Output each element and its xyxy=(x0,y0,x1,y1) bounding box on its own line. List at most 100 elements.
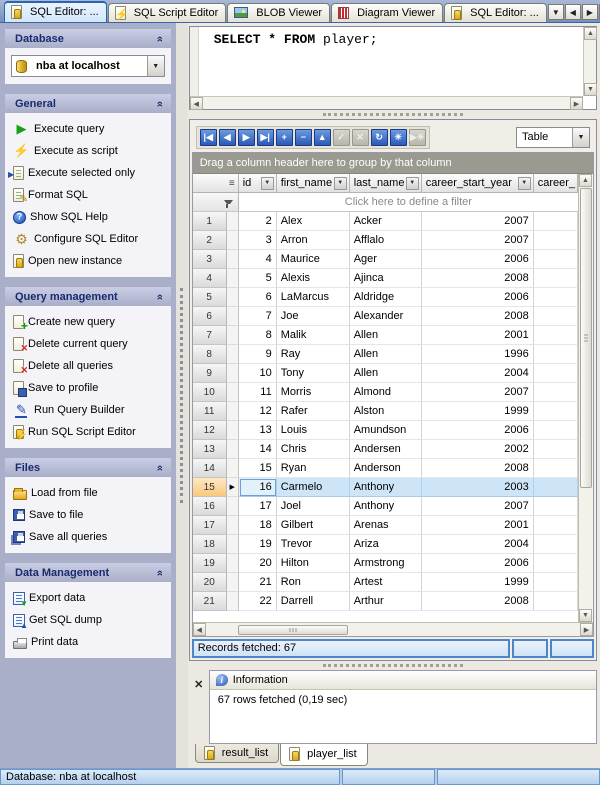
table-row[interactable]: 1314ChrisAndersen2002 xyxy=(193,440,578,459)
table-row[interactable]: 1112RaferAlston1999 xyxy=(193,402,578,421)
table-row[interactable]: 78MalikAllen2001 xyxy=(193,326,578,345)
cell-id[interactable]: 22 xyxy=(239,592,277,611)
cell-last-name[interactable]: Ajinca xyxy=(350,269,422,288)
cell-id[interactable]: 8 xyxy=(239,326,277,345)
cell-career[interactable] xyxy=(534,440,578,459)
tab-sql-editor-2[interactable]: SQL Editor: ... xyxy=(444,3,547,22)
cell-last-name[interactable]: Arthur xyxy=(350,592,422,611)
cell-last-name[interactable]: Alston xyxy=(350,402,422,421)
sidebar-item-open-new-instance[interactable]: Open new instance xyxy=(9,250,169,272)
row-header[interactable]: 9 xyxy=(193,364,227,383)
cell-id[interactable]: 16 xyxy=(239,478,277,497)
cell-first-name[interactable]: Joel xyxy=(277,497,350,516)
table-row[interactable]: 89RayAllen1996 xyxy=(193,345,578,364)
cell-last-name[interactable]: Artest xyxy=(350,573,422,592)
row-header[interactable]: 6 xyxy=(193,307,227,326)
sidebar-item-run-sql-script-editor[interactable]: Run SQL Script Editor xyxy=(9,421,169,443)
cell-career-start-year[interactable]: 2008 xyxy=(422,592,534,611)
cell-career[interactable] xyxy=(534,459,578,478)
tab-diagram-viewer[interactable]: Diagram Viewer xyxy=(331,3,443,22)
files-section-header[interactable]: Files » xyxy=(5,458,171,477)
view-mode-dropdown-button[interactable]: ▼ xyxy=(572,128,589,147)
cell-first-name[interactable]: Alex xyxy=(277,212,350,231)
table-row[interactable]: 1718GilbertArenas2001 xyxy=(193,516,578,535)
cell-last-name[interactable]: Amundson xyxy=(350,421,422,440)
column-header-id[interactable]: id▼ xyxy=(239,174,277,193)
sql-query-text[interactable]: SELECT * FROM player; xyxy=(214,32,378,47)
cell-first-name[interactable]: Maurice xyxy=(277,250,350,269)
grid-horizontal-scrollbar[interactable]: ◀ ▶ xyxy=(193,622,593,636)
column-dropdown-button[interactable]: ▼ xyxy=(261,177,274,190)
cell-first-name[interactable]: Carmelo xyxy=(277,478,350,497)
table-row[interactable]: 1213LouisAmundson2006 xyxy=(193,421,578,440)
cell-first-name[interactable]: Joe xyxy=(277,307,350,326)
row-header[interactable]: 17 xyxy=(193,516,227,535)
refresh-button[interactable]: ↻ xyxy=(371,129,388,146)
database-section-header[interactable]: Database » xyxy=(5,29,171,48)
view-mode-select[interactable]: Table ▼ xyxy=(516,127,590,148)
cell-last-name[interactable]: Armstrong xyxy=(350,554,422,573)
cell-career-start-year[interactable]: 1996 xyxy=(422,345,534,364)
prior-record-button[interactable]: ◀ xyxy=(219,129,236,146)
editor-vertical-scrollbar[interactable]: ▲ ▼ xyxy=(583,27,596,96)
collapse-chevron-icon[interactable]: » xyxy=(154,569,166,575)
tab-scroll-left-button[interactable]: ◀ xyxy=(565,4,581,20)
table-row[interactable]: 2122DarrellArthur2008 xyxy=(193,592,578,611)
cell-career-start-year[interactable]: 2006 xyxy=(422,250,534,269)
cell-career-start-year[interactable]: 2007 xyxy=(422,497,534,516)
cell-career-start-year[interactable]: 2003 xyxy=(422,478,534,497)
cell-career[interactable] xyxy=(534,421,578,440)
cell-first-name[interactable]: LaMarcus xyxy=(277,288,350,307)
cell-last-name[interactable]: Arenas xyxy=(350,516,422,535)
sidebar-item-save-to-file[interactable]: Save to file xyxy=(9,504,169,526)
sidebar-item-show-sql-help[interactable]: Show SQL Help xyxy=(9,206,169,228)
table-row[interactable]: 2021RonArtest1999 xyxy=(193,573,578,592)
table-row[interactable]: 15▶16CarmeloAnthony2003 xyxy=(193,478,578,497)
sidebar-item-load-from-file[interactable]: Load from file xyxy=(9,482,169,504)
grid-corner-cell[interactable]: ≡ xyxy=(193,174,239,193)
table-row[interactable]: 12AlexAcker2007 xyxy=(193,212,578,231)
sidebar-item-format-sql[interactable]: Format SQL xyxy=(9,184,169,206)
row-header[interactable]: 18 xyxy=(193,535,227,554)
cell-id[interactable]: 20 xyxy=(239,554,277,573)
filter-corner-cell[interactable] xyxy=(193,193,239,211)
tab-list-dropdown-button[interactable]: ▼ xyxy=(548,4,564,20)
scrollbar-thumb[interactable] xyxy=(238,625,348,635)
table-row[interactable]: 1617JoelAnthony2007 xyxy=(193,497,578,516)
column-dropdown-button[interactable]: ▼ xyxy=(406,177,419,190)
cell-id[interactable]: 12 xyxy=(239,402,277,421)
cell-last-name[interactable]: Ager xyxy=(350,250,422,269)
scroll-down-icon[interactable]: ▼ xyxy=(579,609,592,622)
collapse-chevron-icon[interactable]: » xyxy=(154,35,166,41)
table-row[interactable]: 34MauriceAger2006 xyxy=(193,250,578,269)
cell-first-name[interactable]: Malik xyxy=(277,326,350,345)
cell-id[interactable]: 6 xyxy=(239,288,277,307)
row-header[interactable]: 15 xyxy=(193,478,227,497)
table-row[interactable]: 1819TrevorAriza2004 xyxy=(193,535,578,554)
next-record-button[interactable]: ▶ xyxy=(238,129,255,146)
cell-id[interactable]: 18 xyxy=(239,516,277,535)
cell-last-name[interactable]: Allen xyxy=(350,345,422,364)
cell-career[interactable] xyxy=(534,478,578,497)
sidebar-item-print-data[interactable]: Print data xyxy=(9,631,169,653)
cell-career[interactable] xyxy=(534,326,578,345)
collapse-chevron-icon[interactable]: » xyxy=(154,100,166,106)
column-header-first-name[interactable]: first_name▼ xyxy=(277,174,350,193)
cell-id[interactable]: 13 xyxy=(239,421,277,440)
row-header[interactable]: 19 xyxy=(193,554,227,573)
table-row[interactable]: 1415RyanAnderson2008 xyxy=(193,459,578,478)
cell-first-name[interactable]: Ron xyxy=(277,573,350,592)
cell-first-name[interactable]: Morris xyxy=(277,383,350,402)
cell-last-name[interactable]: Aldridge xyxy=(350,288,422,307)
sidebar-item-export-data[interactable]: Export data xyxy=(9,587,169,609)
cell-last-name[interactable]: Anthony xyxy=(350,478,422,497)
cell-career[interactable] xyxy=(534,497,578,516)
sidebar-item-run-query-builder[interactable]: Run Query Builder xyxy=(9,399,169,421)
cell-first-name[interactable]: Arron xyxy=(277,231,350,250)
cell-first-name[interactable]: Chris xyxy=(277,440,350,459)
cell-career[interactable] xyxy=(534,402,578,421)
edit-record-button[interactable]: ▲ xyxy=(314,129,331,146)
cell-career-start-year[interactable]: 2006 xyxy=(422,288,534,307)
cell-id[interactable]: 11 xyxy=(239,383,277,402)
row-header[interactable]: 20 xyxy=(193,573,227,592)
